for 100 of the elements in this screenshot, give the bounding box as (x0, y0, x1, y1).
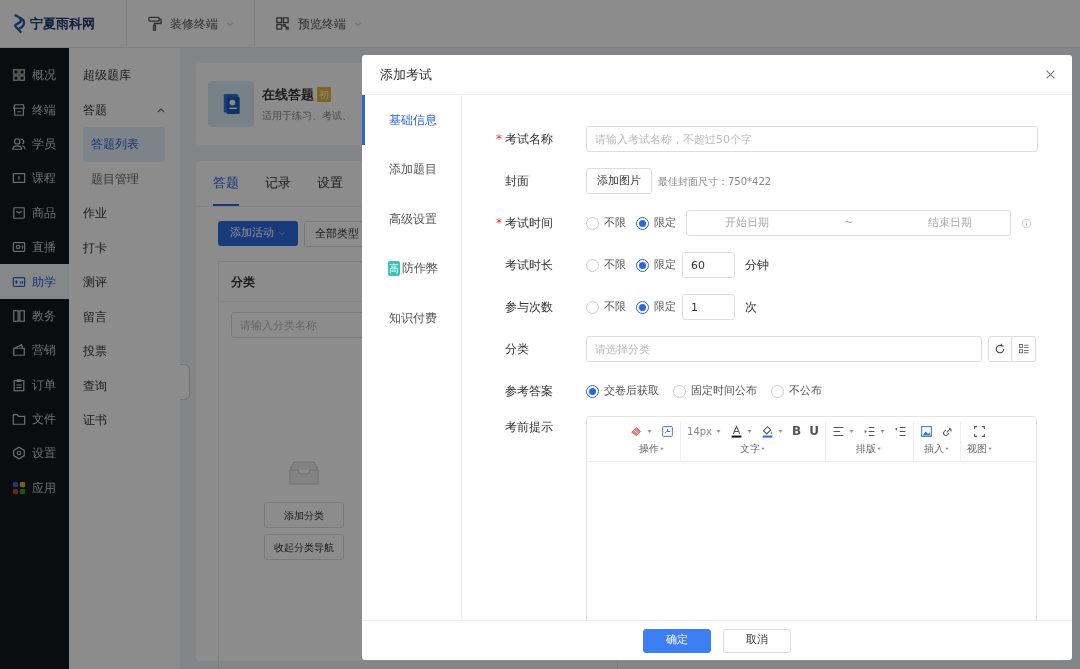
required-mark: * (496, 215, 502, 232)
field-label: 考试时间 (505, 216, 553, 230)
category-select-field[interactable]: 请选择分类 (586, 336, 982, 362)
toolbar-group-menu[interactable]: 排版 (856, 441, 883, 456)
font-color-icon[interactable] (730, 424, 744, 438)
nav-item[interactable]: 终端 (0, 92, 69, 127)
caret-icon (277, 229, 286, 238)
radio-button[interactable] (636, 216, 649, 230)
dialog-tab[interactable]: 知识付费 (362, 293, 461, 343)
logo-text: 宁夏雨科网 (30, 14, 95, 33)
subnav-item[interactable]: 作业 (69, 196, 180, 231)
refresh-icon (994, 342, 1006, 355)
nav-item[interactable]: 订单 (0, 367, 69, 402)
unit-label: 次 (745, 299, 757, 316)
align-icon[interactable] (831, 424, 845, 438)
radio-label[interactable]: 不限 (604, 256, 626, 274)
list-button[interactable] (1012, 336, 1036, 362)
gamepad-icon (12, 274, 26, 289)
nav-item[interactable]: 应用 (0, 470, 69, 506)
radio-label[interactable]: 不限 (604, 298, 626, 316)
radio-label[interactable]: 交卷后获取 (604, 382, 659, 400)
nav-item[interactable]: 学员 (0, 126, 69, 162)
subnav-item[interactable]: 答题列表 (83, 127, 165, 162)
eraser-icon[interactable] (630, 424, 644, 438)
radio-label[interactable]: 不公布 (789, 382, 822, 400)
subnav-item[interactable]: 打卡 (69, 230, 180, 265)
tab-badge: 高 (388, 260, 400, 276)
gear-icon (12, 446, 26, 461)
toolbar-group-menu[interactable]: 文字 (740, 441, 766, 456)
subnav-item[interactable]: 留言 (69, 299, 180, 334)
nav-item[interactable]: 文件 (0, 401, 69, 437)
radio-button[interactable] (636, 258, 649, 272)
field-label: 考试时长 (505, 258, 553, 272)
font-size-select[interactable]: 14px (687, 423, 713, 439)
tab[interactable]: 设置 (317, 161, 343, 206)
confirm-button[interactable]: 确定 (643, 628, 711, 653)
header-menu[interactable]: 预览终端 (254, 0, 382, 48)
cancel-button[interactable]: 取消 (723, 628, 791, 653)
dialog-title: 添加考试 (380, 65, 432, 84)
nav-item[interactable]: 课程 (0, 161, 69, 196)
refresh-button[interactable] (988, 336, 1012, 362)
nav-item[interactable]: 商品 (0, 195, 69, 230)
tab[interactable]: 答题 (213, 161, 239, 206)
nav-item[interactable]: 助学 (0, 264, 69, 299)
camera-icon (12, 240, 26, 255)
close-icon[interactable] (1045, 69, 1056, 80)
toolbar-group-menu[interactable]: 操作 (639, 441, 666, 456)
radio-label[interactable]: 固定时间公布 (691, 382, 757, 400)
radio-button[interactable] (636, 300, 649, 314)
toolbar-group-menu[interactable]: 插入 (923, 441, 950, 456)
caret-icon (715, 427, 723, 435)
subnav-item[interactable]: 超级题库 (69, 58, 180, 93)
field-label: 分类 (505, 342, 529, 356)
folder-icon (12, 412, 26, 427)
fill-color-icon[interactable] (761, 424, 775, 438)
collapse-handle[interactable] (180, 364, 190, 400)
header-menu[interactable]: 装修终端 (126, 0, 254, 48)
caret-icon (878, 427, 886, 435)
field-label: 参考答案 (505, 384, 553, 398)
dialog-tab[interactable]: 基础信息 (362, 95, 461, 145)
caret-icon (986, 446, 993, 452)
radio-label[interactable]: 不限 (604, 214, 626, 232)
tab[interactable]: 记录 (265, 161, 291, 206)
required-mark: * (496, 131, 502, 148)
subnav-item[interactable]: 测评 (69, 265, 180, 300)
number-field[interactable]: 1 (682, 294, 735, 320)
subnav-item[interactable]: 证书 (69, 403, 180, 438)
add-activity-button[interactable]: 添加活动 (218, 221, 298, 246)
panel-button[interactable]: 收起分类导航 (264, 534, 344, 560)
caret-icon (777, 427, 785, 435)
list-icon (1017, 342, 1030, 355)
radio-button[interactable] (586, 384, 599, 398)
panel-button[interactable]: 添加分类 (264, 502, 344, 528)
nav-item[interactable]: 设置 (0, 436, 69, 471)
line-spacing-icon[interactable] (893, 424, 907, 438)
nav-item[interactable]: 概况 (0, 58, 69, 93)
radio-label[interactable]: 限定 (654, 214, 676, 232)
subnav-item[interactable]: 题目管理 (69, 161, 180, 196)
add-image-button[interactable]: 添加图片 (586, 168, 652, 194)
clipboard-icon (12, 377, 26, 392)
fullscreen-icon[interactable] (973, 424, 987, 438)
format-brush-icon[interactable] (661, 424, 675, 438)
dialog-tab[interactable]: 添加题目 (362, 144, 461, 194)
number-field[interactable]: 60 (682, 252, 735, 278)
nav-item[interactable]: 营销 (0, 333, 69, 368)
caret-icon (646, 427, 654, 435)
radio-label[interactable]: 限定 (654, 256, 676, 274)
radio-label[interactable]: 限定 (654, 298, 676, 316)
cover-size-hint: 最佳封面尺寸：750*422 (658, 174, 772, 189)
image-icon[interactable] (919, 424, 933, 438)
indent-icon[interactable] (862, 424, 876, 438)
apps-icon (12, 480, 26, 495)
field-label: 封面 (505, 174, 529, 188)
subnav-item[interactable]: 答题 (69, 92, 180, 127)
subnav-item[interactable]: 查询 (69, 368, 180, 403)
exam-name-field[interactable]: 请输入考试名称，不超过50个字 (586, 126, 1038, 152)
format-button[interactable]: B (792, 422, 802, 440)
subnav-item[interactable]: 投票 (69, 334, 180, 369)
format-button[interactable]: U (809, 422, 819, 440)
toolbar-group-menu[interactable]: 视图 (966, 441, 993, 456)
